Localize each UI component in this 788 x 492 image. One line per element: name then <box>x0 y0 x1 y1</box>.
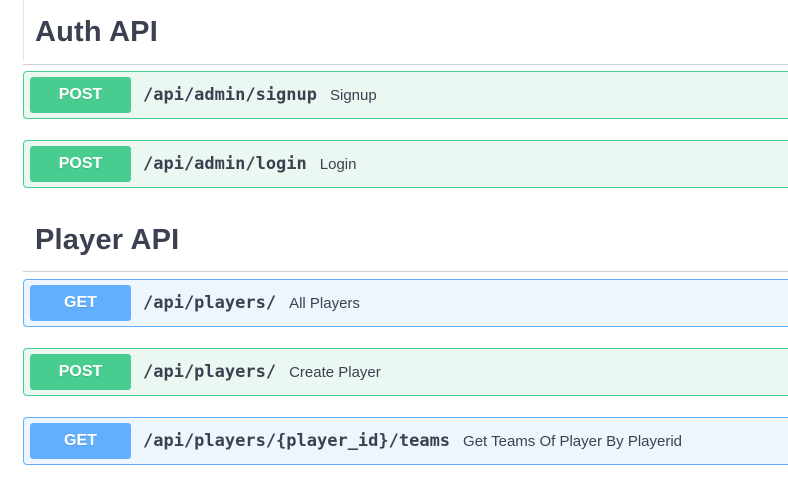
operation-path: /api/admin/signup <box>143 85 317 105</box>
operation-summary: Signup <box>330 86 377 104</box>
operation-summary: Login <box>319 155 357 173</box>
method-badge-get: GET <box>30 285 131 321</box>
method-badge-post: POST <box>30 354 131 390</box>
operation-path: /api/players/ <box>143 362 277 382</box>
operation-post-admin-signup[interactable]: POST /api/admin/signup Signup <box>23 71 788 119</box>
operation-get-players[interactable]: GET /api/players/ All Players <box>23 279 788 327</box>
method-badge-post: POST <box>30 77 131 113</box>
section-title-player-api[interactable]: Player API <box>35 224 179 257</box>
api-docs-page: Auth API POST /api/admin/signup Signup P… <box>0 0 788 492</box>
section-title-auth-api[interactable]: Auth API <box>35 16 158 49</box>
operation-path: /api/admin/login <box>143 154 307 174</box>
operation-summary: Create Player <box>289 363 381 381</box>
operation-summary: Get Teams Of Player By Playerid <box>463 432 683 450</box>
method-badge-get: GET <box>30 423 131 459</box>
operation-path: /api/players/ <box>143 293 277 313</box>
operation-post-players[interactable]: POST /api/players/ Create Player <box>23 348 788 396</box>
operation-summary: All Players <box>289 294 360 312</box>
section-divider <box>23 0 24 60</box>
operation-post-admin-login[interactable]: POST /api/admin/login Login <box>23 140 788 188</box>
section-rule <box>23 64 788 65</box>
section-rule <box>23 271 788 272</box>
operation-get-player-teams[interactable]: GET /api/players/{player_id}/teams Get T… <box>23 417 788 465</box>
operation-path: /api/players/{player_id}/teams <box>143 431 451 451</box>
method-badge-post: POST <box>30 146 131 182</box>
